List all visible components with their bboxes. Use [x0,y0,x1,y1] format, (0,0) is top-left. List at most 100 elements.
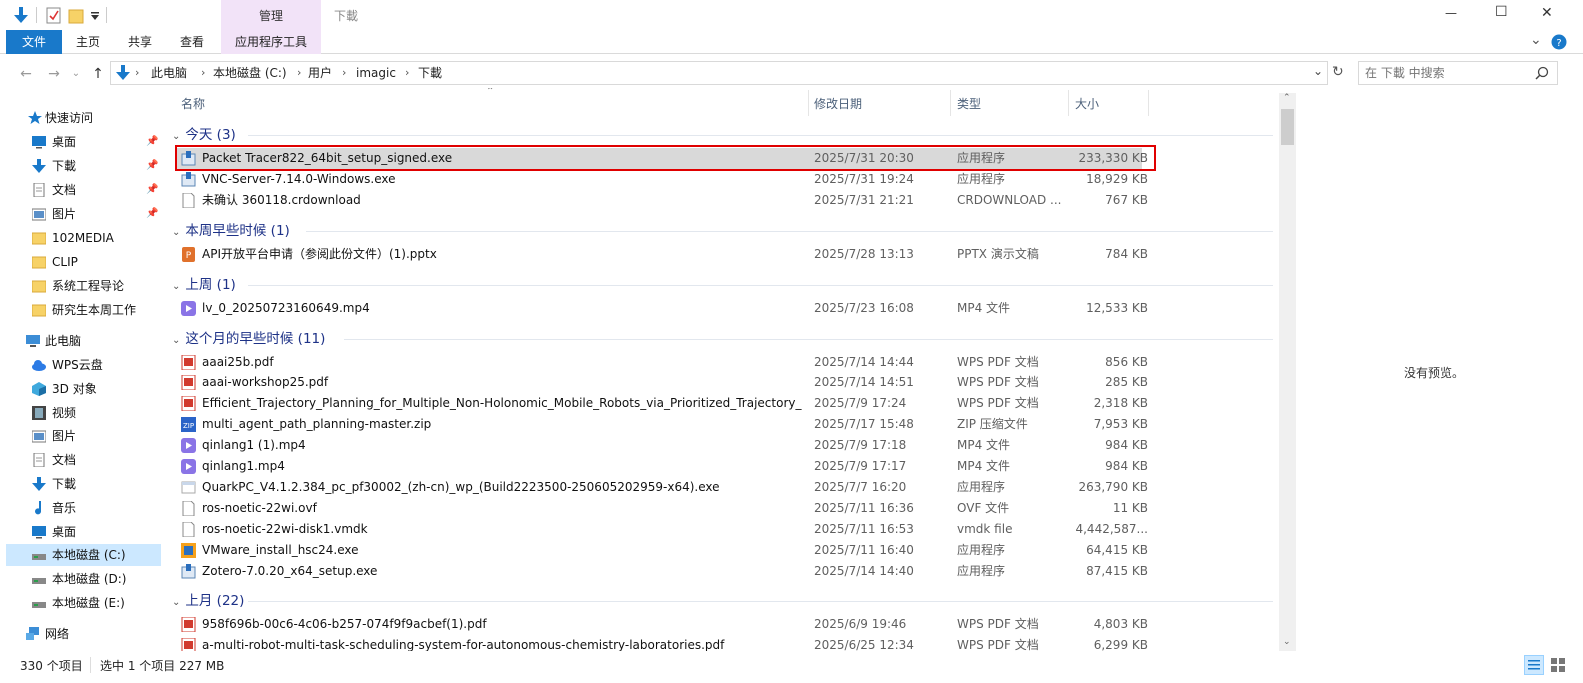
nav-folder-1[interactable]: CLIP [6,251,161,273]
group-header[interactable]: ⌄ 上月 (22) [168,590,244,612]
nav-pc-item-9[interactable]: 本地磁盘 (D:) [6,568,161,590]
breadcrumb-imagic[interactable]: imagic [356,62,396,84]
nav-pc-item-7[interactable]: 桌面 [6,521,161,543]
file-row[interactable]: ros-noetic-22wi.ovf 2025/7/11 16:36 OVF 文件… [176,498,1148,519]
details-view-icon[interactable] [1524,655,1544,675]
nav-pinned-3[interactable]: 图片 📌 [6,203,161,225]
tab-app-tools[interactable]: 应用程序工具 [221,30,321,54]
file-row[interactable]: Zotero-7.0.20_x64_setup.exe 2025/7/14 14:… [176,561,1148,582]
new-folder-icon[interactable] [68,6,84,24]
nav-pc-item-3[interactable]: 图片 [6,425,161,447]
nav-pc-item-5[interactable]: 下載 [6,473,161,495]
refresh-icon[interactable]: ↻ [1332,64,1344,80]
forward-button[interactable]: → [44,64,64,84]
nav-pc-item-10[interactable]: 本地磁盘 (E:) [6,592,161,614]
file-row[interactable]: VNC-Server-7.14.0-Windows.exe 2025/7/31 1… [176,169,1148,190]
group-header[interactable]: ⌄ 这个月的早些时候 (11) [168,328,325,350]
group-header[interactable]: ⌄ 今天 (3) [168,124,236,146]
nav-folder-3[interactable]: 研究生本周工作 [6,299,161,321]
nav-pinned-2[interactable]: 文档 📌 [6,179,161,201]
pin-icon[interactable]: 📌 [146,131,158,153]
breadcrumb-downloads[interactable]: 下載 [418,62,442,84]
nav-item-label: 文档 [52,453,77,468]
file-name: 未确认 360118.crdownload [202,192,361,207]
download-arrow-icon[interactable] [12,6,30,24]
chevron-down-icon: ⌄ [172,334,181,346]
search-box[interactable] [1358,61,1558,85]
file-row[interactable]: aaai25b.pdf 2025/7/14 14:44 WPS PDF 文档 856 … [176,352,1148,373]
file-row[interactable]: lv_0_20250723160649.mp4 2025/7/23 16:08 MP… [176,298,1148,319]
nav-folder-0[interactable]: 102MEDIA [6,227,161,249]
nav-item-label: 102MEDIA [52,231,114,245]
column-header-name[interactable]: 名称 [181,94,205,114]
breadcrumb-this-pc[interactable]: 此电脑 [151,62,187,84]
highlight-box [175,145,1156,171]
column-header-size[interactable]: 大小 [1075,94,1099,114]
pin-icon[interactable]: 📌 [146,179,158,201]
large-icons-view-icon[interactable] [1548,655,1568,675]
file-row[interactable]: qinlang1 (1).mp4 2025/7/9 17:18 MP4 文件 984 … [176,435,1148,456]
nav-network[interactable]: 网络 [6,623,161,645]
nav-pc-item-0[interactable]: WPS云盘 [6,354,161,376]
group-title: 上月 (22) [185,593,245,610]
file-row[interactable]: a-multi-robot-multi-task-scheduling-syst… [176,635,1148,651]
nav-pc-item-6[interactable]: 音乐 [6,497,161,519]
group-header[interactable]: ⌄ 上周 (1) [168,274,236,296]
file-row[interactable]: QuarkPC_V4.1.2.384_pc_pf30002_(zh-cn)_wp… [176,477,1148,498]
file-size: 767 KB [1105,192,1148,207]
up-button[interactable]: ↑ [88,64,108,84]
nav-pc-item-2[interactable]: 视频 [6,402,161,424]
properties-icon[interactable] [46,6,62,24]
search-icon[interactable] [1535,66,1549,80]
file-row[interactable]: qinlang1.mp4 2025/7/9 17:17 MP4 文件 984 KB [176,456,1148,477]
help-icon[interactable]: ? [1551,34,1567,50]
ribbon-tabs: 文件 主页 共享 查看 应用程序工具 ⌄ ? [0,30,1583,54]
tab-file[interactable]: 文件 [6,30,62,54]
file-row[interactable]: 未确认 360118.crdownload 2025/7/31 21:21 CRDO… [176,190,1148,211]
nav-pc-item-8[interactable]: 本地磁盘 (C:) [6,544,161,567]
nav-this-pc[interactable]: 此电脑 [6,330,161,352]
vmware-icon [181,542,196,558]
file-row[interactable]: aaai-workshop25.pdf 2025/7/14 14:51 WPS PD… [176,372,1148,393]
nav-quick-access[interactable]: 快速访问 [6,107,161,129]
group-title: 这个月的早些时候 (11) [185,330,326,347]
minimize-button[interactable]: — [1445,6,1457,20]
pin-icon[interactable]: 📌 [146,155,158,177]
breadcrumb-users[interactable]: 用户 [308,62,332,84]
column-header-type[interactable]: 类型 [957,94,981,114]
file-date: 2025/7/9 17:17 [814,459,907,473]
folder-icon [32,256,46,269]
breadcrumb-drive-c[interactable]: 本地磁盘 (C:) [213,62,287,84]
nav-pc-item-1[interactable]: 3D 对象 [6,378,161,400]
tab-view[interactable]: 查看 [166,30,218,54]
nav-pc-item-4[interactable]: 文档 [6,449,161,471]
file-row[interactable]: VMware_install_hsc24.exe 2025/7/11 16:40 应… [176,540,1148,561]
file-row[interactable]: ros-noetic-22wi-disk1.vmdk 2025/7/11 16:5… [176,519,1148,540]
expand-ribbon-icon[interactable]: ⌄ [1530,32,1542,48]
address-bar[interactable]: › 此电脑 › 本地磁盘 (C:) › 用户 › imagic › 下載 ⌄ [110,61,1328,85]
file-row[interactable]: 958f696b-00c6-4c06-b257-074f9f9acbef(1).… [176,614,1148,635]
file-row[interactable]: P API开放平台申请（参阅此份文件）(1).pptx 2025/7/28 13:1… [176,244,1148,265]
maximize-button[interactable]: ☐ [1495,4,1508,20]
search-input[interactable] [1365,65,1525,81]
close-button[interactable]: ✕ [1541,5,1553,21]
nav-pinned-1[interactable]: 下載 📌 [6,155,161,177]
pdf-icon [181,375,196,391]
recent-locations-button[interactable]: ⌄ [66,64,86,84]
scrollbar-thumb[interactable] [1281,109,1294,145]
pin-icon[interactable]: 📌 [146,203,158,225]
tab-home[interactable]: 主页 [62,30,114,54]
customize-toolbar-icon[interactable] [90,11,100,21]
file-row[interactable]: ZIP multi_agent_path_planning-master.zip 2… [176,414,1148,435]
group-header[interactable]: ⌄ 本周早些时候 (1) [168,220,290,242]
file-row[interactable]: Efficient_Trajectory_Planning_for_Multip… [176,393,1148,414]
address-dropdown-icon[interactable]: ⌄ [1313,64,1323,78]
nav-pinned-0[interactable]: 桌面 📌 [6,131,161,153]
nav-item-label: 文档 [52,183,77,197]
chevron-down-icon: ⌄ [172,226,181,238]
tab-share[interactable]: 共享 [114,30,166,54]
nav-folder-2[interactable]: 系统工程导论 [6,275,161,297]
column-header-date[interactable]: 修改日期 [814,94,862,114]
vertical-scrollbar[interactable]: ⌃ ⌄ [1279,93,1296,651]
back-button[interactable]: ← [16,64,36,84]
